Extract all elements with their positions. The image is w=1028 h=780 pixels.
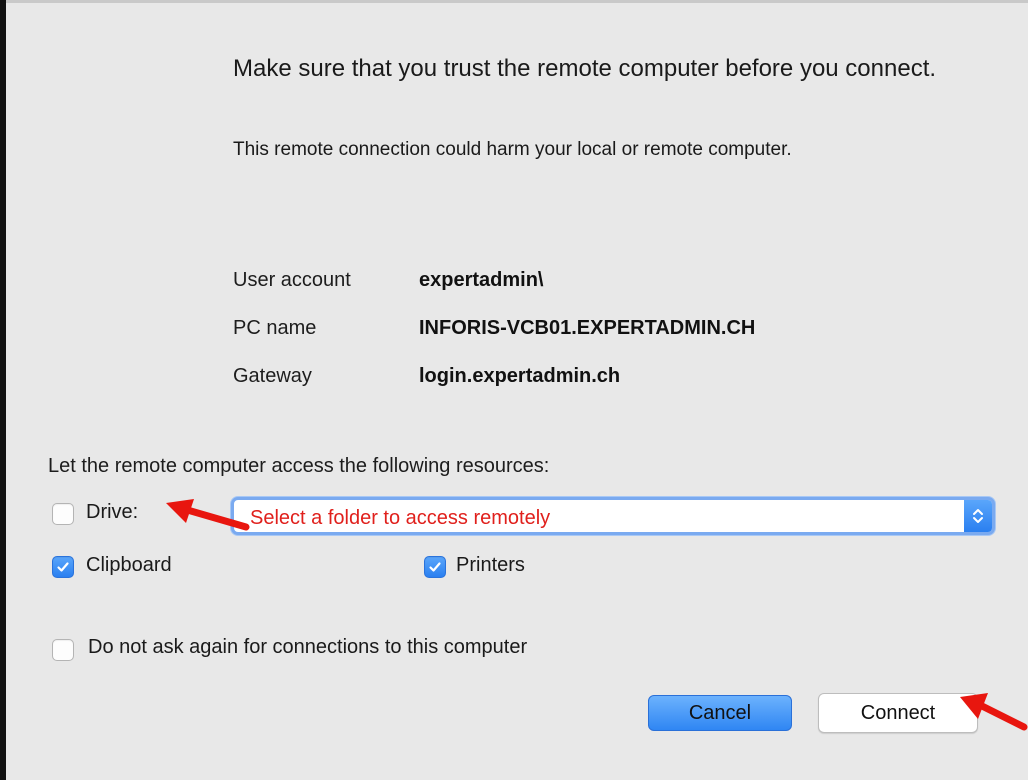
folder-select-value: Select a folder to access remotely xyxy=(250,507,551,529)
resources-label: Let the remote computer access the follo… xyxy=(48,455,550,477)
printers-label: Printers xyxy=(456,554,525,576)
clipboard-label: Clipboard xyxy=(86,554,172,576)
cancel-button[interactable]: Cancel xyxy=(648,695,792,731)
checkmark-icon xyxy=(57,562,69,572)
user-account-label: User account xyxy=(233,269,351,291)
drive-checkbox[interactable] xyxy=(52,503,74,525)
folder-select[interactable]: Select a folder to access remotely xyxy=(231,497,995,535)
pc-name-value: INFORIS-VCB01.EXPERTADMIN.CH xyxy=(419,317,756,339)
connect-button[interactable]: Connect xyxy=(818,693,978,733)
gateway-label: Gateway xyxy=(233,365,312,387)
user-account-value: expertadmin\ xyxy=(419,269,544,291)
dialog-heading: Make sure that you trust the remote comp… xyxy=(233,55,937,82)
dialog-warning-text: This remote connection could harm your l… xyxy=(233,139,792,160)
printers-checkbox[interactable] xyxy=(424,556,446,578)
up-down-chevron-icon[interactable] xyxy=(964,500,992,532)
red-arrow-icon xyxy=(166,499,250,531)
drive-label: Drive: xyxy=(86,501,139,523)
gateway-value: login.expertadmin.ch xyxy=(419,365,621,387)
pc-name-label: PC name xyxy=(233,317,317,339)
remote-connection-dialog: Make sure that you trust the remote comp… xyxy=(6,3,1028,780)
clipboard-checkbox[interactable] xyxy=(52,556,74,578)
red-arrow-icon xyxy=(960,693,1028,731)
checkmark-icon xyxy=(429,562,441,572)
do-not-ask-label: Do not ask again for connections to this… xyxy=(88,636,528,658)
do-not-ask-checkbox[interactable] xyxy=(52,639,74,661)
